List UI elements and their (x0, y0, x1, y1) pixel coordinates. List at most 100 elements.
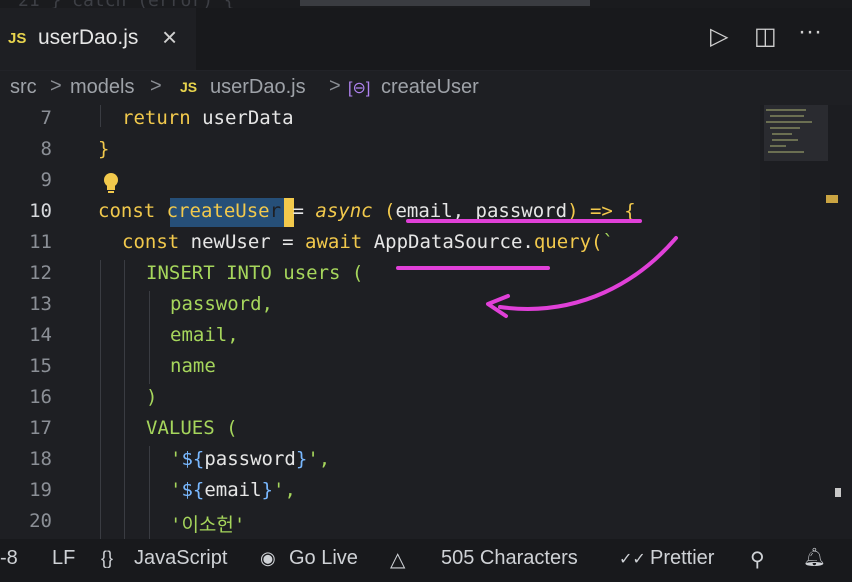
minimap-line (772, 139, 798, 141)
code-line: 8 } (0, 136, 852, 167)
status-go-live[interactable]: Go Live (289, 547, 358, 570)
status-bar: -8 LF {} JavaScript ◉ Go Live △ 505 Char… (0, 539, 852, 582)
code-token: INSERT INTO users ( (146, 262, 364, 284)
code-token: ) (567, 200, 579, 222)
account-icon[interactable]: ⚲ (750, 547, 765, 572)
code-token: } (295, 448, 308, 470)
code-token: ', (273, 479, 296, 501)
code-line: 15 name (0, 353, 852, 384)
line-number: 12 (29, 262, 52, 284)
code-token: { (624, 200, 636, 222)
tab-label: userDao.js (38, 26, 139, 49)
code-token: query (533, 231, 592, 253)
minimap-line (770, 115, 804, 117)
code-token: ${ (181, 448, 205, 470)
code-token: ` (602, 231, 614, 253)
code-token: = (281, 200, 316, 222)
more-actions-icon[interactable]: ··· (798, 18, 822, 46)
line-number: 14 (29, 324, 52, 346)
status-eol[interactable]: LF (52, 547, 75, 570)
code-token: await (305, 231, 363, 253)
status-language[interactable]: JavaScript (134, 547, 227, 570)
code-token: => (578, 200, 625, 222)
ghost-code-text: 21 } catch (error) { (18, 0, 235, 8)
code-line: 9 (0, 167, 852, 198)
minimap-line (772, 133, 792, 135)
code-token: email, (170, 324, 239, 346)
code-token: const (122, 231, 191, 253)
minimap-line (766, 109, 806, 111)
code-line: 19 '${email}', (0, 477, 852, 508)
chevron-right-icon: > (50, 75, 62, 97)
breadcrumb-models[interactable]: models (70, 76, 134, 99)
breadcrumb: src > models > JS userDao.js > [⊖] creat… (0, 71, 852, 105)
split-editor-icon[interactable]: ◫ (754, 22, 777, 51)
code-line: 11 const newUser = await AppDataSource.q… (0, 229, 852, 260)
ghost-scroll-bar (300, 0, 590, 6)
code-token: name (170, 355, 216, 377)
breadcrumb-src[interactable]: src (10, 76, 37, 99)
scrollbar-thumb[interactable] (835, 488, 841, 497)
symbol-method-icon: [⊖] (348, 80, 371, 97)
tab-bar: JS userDao.js × ▷ ◫ ··· (0, 8, 852, 71)
broadcast-icon: ◉ (260, 548, 276, 568)
code-token: ) (146, 386, 158, 408)
js-file-icon: JS (8, 30, 27, 47)
code-token: ', (307, 448, 331, 470)
close-icon[interactable]: × (162, 22, 177, 53)
breadcrumb-file[interactable]: userDao.js (210, 76, 306, 99)
line-number: 16 (29, 386, 52, 408)
line-number: 19 (29, 479, 52, 501)
code-line: 12 INSERT INTO users ( (0, 260, 852, 291)
tab-userdao[interactable]: JS userDao.js × (0, 8, 196, 70)
code-line: 13 password, (0, 291, 852, 322)
code-token: AppDataSource. (362, 231, 534, 253)
sparkle-icon: △ (390, 549, 406, 571)
code-token: VALUES ( (146, 417, 238, 439)
braces-icon: {} (101, 548, 114, 568)
chevron-right-icon: > (329, 75, 341, 97)
code-token: password (204, 448, 296, 470)
lightbulb-icon[interactable] (101, 171, 121, 195)
line-number: 9 (40, 169, 52, 191)
run-icon[interactable]: ▷ (710, 22, 728, 51)
code-token: ' (170, 479, 182, 501)
code-token: createUse (166, 200, 270, 222)
code-token: ( (591, 231, 603, 253)
line-number: 8 (40, 138, 52, 160)
code-token: } (261, 479, 273, 501)
scrollbar-marker[interactable] (826, 195, 838, 203)
code-token: newUser (190, 231, 271, 253)
code-token: return (122, 107, 191, 129)
code-token: '이소헌' (170, 514, 246, 536)
code-token: ( (372, 200, 396, 222)
js-file-icon: JS (180, 79, 198, 95)
bell-icon[interactable]: 🔔︎ (803, 547, 826, 568)
code-line: 20 '이소헌' (0, 508, 852, 539)
code-token: const (98, 200, 167, 222)
status-encoding[interactable]: -8 (0, 547, 18, 570)
code-line: 16 ) (0, 384, 852, 415)
line-number: 18 (29, 448, 52, 470)
code-token: userData (190, 107, 294, 129)
minimap-line (766, 121, 812, 123)
code-token: = (270, 231, 306, 253)
line-number: 20 (29, 510, 52, 532)
code-token: async (315, 200, 373, 222)
minimap[interactable] (760, 105, 852, 539)
code-editor[interactable]: 7 return userData 8 } 9 10 const createU… (0, 105, 852, 539)
code-line: 14 email, (0, 322, 852, 353)
code-line: 18 '${password}', (0, 446, 852, 477)
chevron-right-icon: > (150, 75, 162, 97)
breadcrumb-symbol[interactable]: createUser (381, 76, 479, 99)
code-token: email, password (395, 200, 568, 222)
code-token: ' (170, 448, 182, 470)
status-prettier[interactable]: Prettier (650, 547, 714, 570)
line-number: 7 (40, 107, 52, 129)
code-token: email (204, 479, 262, 501)
code-token: r (269, 200, 282, 222)
status-characters[interactable]: 505 Characters (441, 547, 578, 570)
code-line: 10 const createUser = async (email, pass… (0, 198, 852, 229)
line-number: 11 (29, 231, 52, 253)
check-double-icon: ✓✓ (619, 551, 646, 568)
